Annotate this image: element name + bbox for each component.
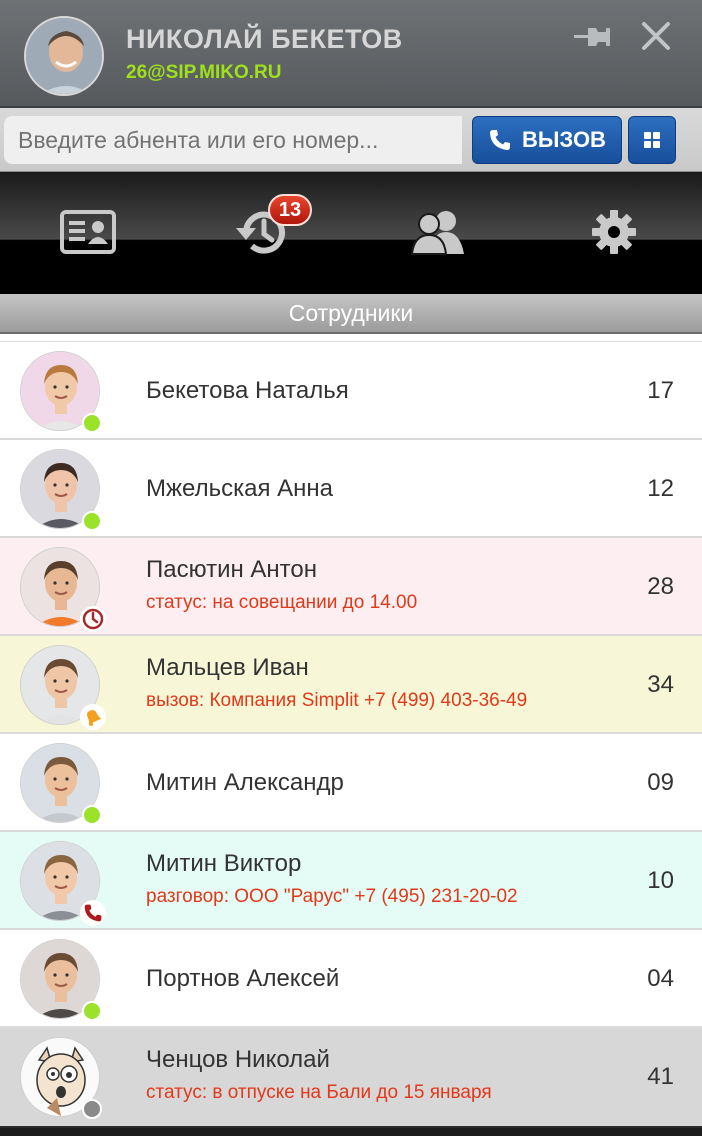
- online-status-icon: [82, 413, 102, 433]
- phone-talking-icon: [80, 900, 106, 926]
- contact-name: Бекетова Наталья: [146, 377, 349, 404]
- contact-name: Мжельская Анна: [146, 475, 334, 502]
- contact-extension: 04: [647, 965, 674, 992]
- contact-row[interactable]: Мжельская Анна 12: [0, 440, 702, 538]
- online-status-icon: [82, 805, 102, 825]
- contact-name: Митин Виктор: [146, 850, 302, 877]
- section-title: Сотрудники: [0, 294, 702, 334]
- offline-status-icon: [82, 1099, 102, 1119]
- contact-extension: 34: [647, 671, 674, 698]
- contact-name: Портнов Алексей: [146, 965, 340, 992]
- clock-icon: [80, 606, 106, 632]
- contact-list: Бекетова Наталья 17 Мжельская Анна 12 Па…: [0, 342, 702, 1126]
- tab-contact-card[interactable]: [58, 202, 118, 262]
- contact-row[interactable]: Мальцев Иван вызов: Компания Simplit +7 …: [0, 636, 702, 734]
- tab-employees[interactable]: [408, 202, 468, 262]
- contact-row[interactable]: Митин Александр 09: [0, 734, 702, 832]
- user-name: НИКОЛАЙ БЕКЕТОВ: [126, 24, 403, 54]
- contact-name: Мальцев Иван: [146, 654, 309, 681]
- list-top-spacer: [0, 334, 702, 342]
- contact-status-text: статус: на совещании до 14.00: [146, 592, 418, 613]
- user-sip-address: 26@SIP.MIKO.RU: [126, 62, 282, 83]
- online-status-icon: [82, 1001, 102, 1021]
- contact-name: Митин Александр: [146, 769, 344, 796]
- contact-row[interactable]: Бекетова Наталья 17: [0, 342, 702, 440]
- phone-icon: [490, 130, 511, 150]
- dialpad-button[interactable]: [628, 116, 676, 164]
- contact-name: Пасютин Антон: [146, 556, 317, 583]
- gear-icon: [592, 210, 636, 254]
- history-badge: 13: [268, 194, 312, 226]
- profile-header: НИКОЛАЙ БЕКЕТОВ 26@SIP.MIKO.RU: [0, 0, 702, 108]
- pin-icon[interactable]: [574, 24, 614, 50]
- contact-row[interactable]: Пасютин Антон статус: на совещании до 14…: [0, 538, 702, 636]
- contact-extension: 41: [647, 1063, 674, 1090]
- call-button-label: ВЫЗОВ: [522, 127, 606, 152]
- tab-bar: 13: [0, 172, 702, 294]
- grid-icon: [644, 132, 660, 148]
- close-icon[interactable]: [640, 20, 672, 52]
- people-icon: [410, 211, 464, 255]
- user-avatar[interactable]: [24, 16, 104, 96]
- contact-row[interactable]: Ченцов Николай статус: в отпуске на Бали…: [0, 1028, 702, 1126]
- contact-extension: 28: [647, 573, 674, 600]
- contact-status-text: разговор: ООО "Рарус" +7 (495) 231-20-02: [146, 886, 518, 907]
- contact-name: Ченцов Николай: [146, 1046, 330, 1073]
- contact-row[interactable]: Митин Виктор разговор: ООО "Рарус" +7 (4…: [0, 832, 702, 930]
- bell-icon: [80, 704, 106, 730]
- contact-extension: 12: [647, 475, 674, 502]
- tab-settings[interactable]: [584, 202, 644, 262]
- bottom-border: [0, 1128, 702, 1136]
- contact-card-icon: [60, 210, 116, 254]
- call-button[interactable]: ВЫЗОВ: [472, 116, 622, 164]
- contact-row[interactable]: Портнов Алексей 04: [0, 930, 702, 1028]
- contact-status-text: вызов: Компания Simplit +7 (499) 403-36-…: [146, 690, 528, 711]
- search-bar: ВЫЗОВ: [0, 108, 702, 172]
- online-status-icon: [82, 511, 102, 531]
- contact-extension: 09: [647, 769, 674, 796]
- contact-extension: 10: [647, 867, 674, 894]
- search-input[interactable]: [4, 116, 462, 164]
- contact-extension: 17: [647, 377, 674, 404]
- contact-status-text: статус: в отпуске на Бали до 15 января: [146, 1082, 492, 1103]
